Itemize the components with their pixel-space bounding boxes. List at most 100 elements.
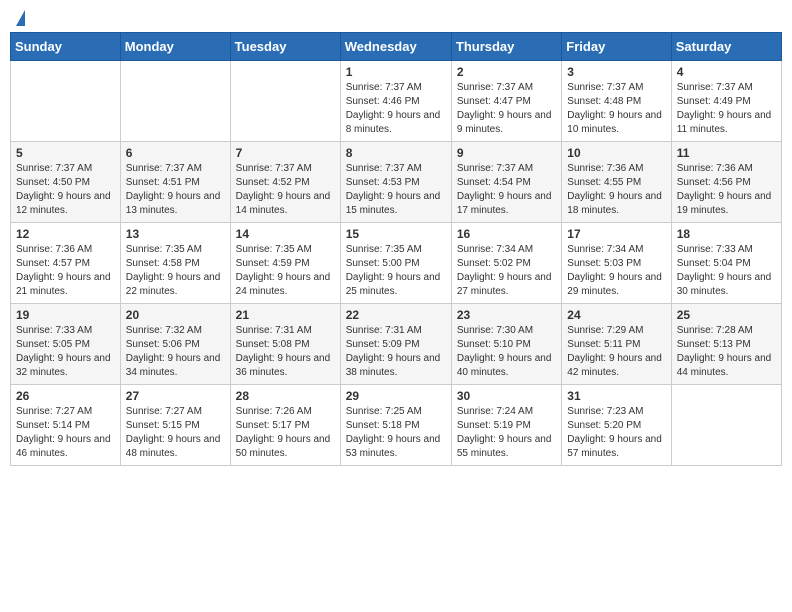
- calendar-day-cell: 1 Sunrise: 7:37 AMSunset: 4:46 PMDaylight…: [340, 61, 451, 142]
- calendar-day-cell: 14 Sunrise: 7:35 AMSunset: 4:59 PMDayligh…: [230, 223, 340, 304]
- calendar-week-row: 26 Sunrise: 7:27 AMSunset: 5:14 PMDayligh…: [11, 385, 782, 466]
- day-info: Sunrise: 7:31 AMSunset: 5:09 PMDaylight:…: [346, 324, 446, 380]
- day-info: Sunrise: 7:34 AMSunset: 5:03 PMDaylight:…: [567, 243, 665, 299]
- day-info: Sunrise: 7:36 AMSunset: 4:55 PMDaylight:…: [567, 162, 665, 218]
- day-number: 8: [346, 146, 446, 160]
- day-info: Sunrise: 7:32 AMSunset: 5:06 PMDaylight:…: [126, 324, 225, 380]
- day-number: 25: [677, 308, 776, 322]
- day-number: 6: [126, 146, 225, 160]
- calendar-day-cell: 18Sunrise: 7:33 AMSunset: 5:04 PMDayligh…: [671, 223, 781, 304]
- day-info: Sunrise: 7:26 AMSunset: 5:17 PMDaylight:…: [236, 405, 335, 461]
- calendar-week-row: 5 Sunrise: 7:37 AMSunset: 4:50 PMDaylight…: [11, 142, 782, 223]
- day-number: 1: [346, 65, 446, 79]
- day-number: 19: [16, 308, 115, 322]
- day-info: Sunrise: 7:37 AMSunset: 4:53 PMDaylight:…: [346, 162, 446, 218]
- calendar-table: SundayMondayTuesdayWednesdayThursdayFrid…: [10, 32, 782, 466]
- calendar-day-cell: 27Sunrise: 7:27 AMSunset: 5:15 PMDayligh…: [120, 385, 230, 466]
- calendar-day-cell: 19 Sunrise: 7:33 AMSunset: 5:05 PMDayligh…: [11, 304, 121, 385]
- calendar-day-cell: 4 Sunrise: 7:37 AMSunset: 4:49 PMDaylight…: [671, 61, 781, 142]
- calendar-week-row: 12Sunrise: 7:36 AMSunset: 4:57 PMDayligh…: [11, 223, 782, 304]
- day-info: Sunrise: 7:36 AMSunset: 4:56 PMDaylight:…: [677, 162, 776, 218]
- calendar-day-cell: 20 Sunrise: 7:32 AMSunset: 5:06 PMDayligh…: [120, 304, 230, 385]
- day-info: Sunrise: 7:30 AMSunset: 5:10 PMDaylight:…: [457, 324, 556, 380]
- calendar-day-cell: 9Sunrise: 7:37 AMSunset: 4:54 PMDaylight…: [451, 142, 561, 223]
- calendar-header-row: SundayMondayTuesdayWednesdayThursdayFrid…: [11, 33, 782, 61]
- day-info: Sunrise: 7:28 AMSunset: 5:13 PMDaylight:…: [677, 324, 776, 380]
- day-of-week-header: Saturday: [671, 33, 781, 61]
- day-info: Sunrise: 7:37 AMSunset: 4:49 PMDaylight:…: [677, 81, 776, 137]
- day-info: Sunrise: 7:29 AMSunset: 5:11 PMDaylight:…: [567, 324, 665, 380]
- day-number: 10: [567, 146, 665, 160]
- day-number: 24: [567, 308, 665, 322]
- calendar-day-cell: 10 Sunrise: 7:36 AMSunset: 4:55 PMDayligh…: [562, 142, 671, 223]
- day-info: Sunrise: 7:37 AMSunset: 4:47 PMDaylight:…: [457, 81, 556, 137]
- calendar-day-cell: 30 Sunrise: 7:24 AMSunset: 5:19 PMDayligh…: [451, 385, 561, 466]
- calendar-day-cell: 5 Sunrise: 7:37 AMSunset: 4:50 PMDaylight…: [11, 142, 121, 223]
- page-header: [10, 10, 782, 24]
- day-of-week-header: Sunday: [11, 33, 121, 61]
- calendar-day-cell: 28Sunrise: 7:26 AMSunset: 5:17 PMDayligh…: [230, 385, 340, 466]
- day-info: Sunrise: 7:37 AMSunset: 4:46 PMDaylight:…: [346, 81, 446, 137]
- day-number: 31: [567, 389, 665, 403]
- calendar-day-cell: 31 Sunrise: 7:23 AMSunset: 5:20 PMDayligh…: [562, 385, 671, 466]
- calendar-day-cell: 11 Sunrise: 7:36 AMSunset: 4:56 PMDayligh…: [671, 142, 781, 223]
- day-of-week-header: Monday: [120, 33, 230, 61]
- day-number: 11: [677, 146, 776, 160]
- calendar-day-cell: 23 Sunrise: 7:30 AMSunset: 5:10 PMDayligh…: [451, 304, 561, 385]
- calendar-day-cell: 6 Sunrise: 7:37 AMSunset: 4:51 PMDaylight…: [120, 142, 230, 223]
- day-of-week-header: Wednesday: [340, 33, 451, 61]
- day-of-week-header: Tuesday: [230, 33, 340, 61]
- day-of-week-header: Friday: [562, 33, 671, 61]
- calendar-day-cell: [230, 61, 340, 142]
- calendar-day-cell: 17 Sunrise: 7:34 AMSunset: 5:03 PMDayligh…: [562, 223, 671, 304]
- calendar-day-cell: 26 Sunrise: 7:27 AMSunset: 5:14 PMDayligh…: [11, 385, 121, 466]
- day-info: Sunrise: 7:23 AMSunset: 5:20 PMDaylight:…: [567, 405, 665, 461]
- day-number: 23: [457, 308, 556, 322]
- day-number: 4: [677, 65, 776, 79]
- calendar-day-cell: 16 Sunrise: 7:34 AMSunset: 5:02 PMDayligh…: [451, 223, 561, 304]
- day-number: 14: [236, 227, 335, 241]
- calendar-day-cell: 25 Sunrise: 7:28 AMSunset: 5:13 PMDayligh…: [671, 304, 781, 385]
- day-number: 15: [346, 227, 446, 241]
- day-info: Sunrise: 7:35 AMSunset: 4:59 PMDaylight:…: [236, 243, 335, 299]
- calendar-week-row: 1 Sunrise: 7:37 AMSunset: 4:46 PMDaylight…: [11, 61, 782, 142]
- day-of-week-header: Thursday: [451, 33, 561, 61]
- day-number: 30: [457, 389, 556, 403]
- calendar-day-cell: 13 Sunrise: 7:35 AMSunset: 4:58 PMDayligh…: [120, 223, 230, 304]
- calendar-day-cell: 22 Sunrise: 7:31 AMSunset: 5:09 PMDayligh…: [340, 304, 451, 385]
- day-info: Sunrise: 7:24 AMSunset: 5:19 PMDaylight:…: [457, 405, 556, 461]
- calendar-day-cell: 3 Sunrise: 7:37 AMSunset: 4:48 PMDaylight…: [562, 61, 671, 142]
- day-info: Sunrise: 7:37 AMSunset: 4:48 PMDaylight:…: [567, 81, 665, 137]
- day-info: Sunrise: 7:37 AMSunset: 4:52 PMDaylight:…: [236, 162, 335, 218]
- day-number: 26: [16, 389, 115, 403]
- day-info: Sunrise: 7:37 AMSunset: 4:50 PMDaylight:…: [16, 162, 115, 218]
- day-info: Sunrise: 7:34 AMSunset: 5:02 PMDaylight:…: [457, 243, 556, 299]
- day-info: Sunrise: 7:35 AMSunset: 5:00 PMDaylight:…: [346, 243, 446, 299]
- calendar-day-cell: 2Sunrise: 7:37 AMSunset: 4:47 PMDaylight…: [451, 61, 561, 142]
- day-info: Sunrise: 7:25 AMSunset: 5:18 PMDaylight:…: [346, 405, 446, 461]
- calendar-day-cell: 8 Sunrise: 7:37 AMSunset: 4:53 PMDaylight…: [340, 142, 451, 223]
- day-number: 27: [126, 389, 225, 403]
- calendar-day-cell: 29Sunrise: 7:25 AMSunset: 5:18 PMDayligh…: [340, 385, 451, 466]
- calendar-week-row: 19 Sunrise: 7:33 AMSunset: 5:05 PMDayligh…: [11, 304, 782, 385]
- day-info: Sunrise: 7:33 AMSunset: 5:05 PMDaylight:…: [16, 324, 115, 380]
- day-info: Sunrise: 7:37 AMSunset: 4:51 PMDaylight:…: [126, 162, 225, 218]
- day-number: 7: [236, 146, 335, 160]
- day-number: 13: [126, 227, 225, 241]
- day-number: 16: [457, 227, 556, 241]
- calendar-day-cell: 15 Sunrise: 7:35 AMSunset: 5:00 PMDayligh…: [340, 223, 451, 304]
- day-number: 17: [567, 227, 665, 241]
- calendar-day-cell: 7 Sunrise: 7:37 AMSunset: 4:52 PMDaylight…: [230, 142, 340, 223]
- logo-triangle-icon: [16, 10, 25, 26]
- day-info: Sunrise: 7:27 AMSunset: 5:14 PMDaylight:…: [16, 405, 115, 461]
- day-number: 21: [236, 308, 335, 322]
- day-number: 18: [677, 227, 776, 241]
- day-number: 5: [16, 146, 115, 160]
- day-info: Sunrise: 7:35 AMSunset: 4:58 PMDaylight:…: [126, 243, 225, 299]
- calendar-day-cell: 21 Sunrise: 7:31 AMSunset: 5:08 PMDayligh…: [230, 304, 340, 385]
- day-number: 20: [126, 308, 225, 322]
- calendar-day-cell: [120, 61, 230, 142]
- day-info: Sunrise: 7:31 AMSunset: 5:08 PMDaylight:…: [236, 324, 335, 380]
- day-number: 3: [567, 65, 665, 79]
- day-number: 22: [346, 308, 446, 322]
